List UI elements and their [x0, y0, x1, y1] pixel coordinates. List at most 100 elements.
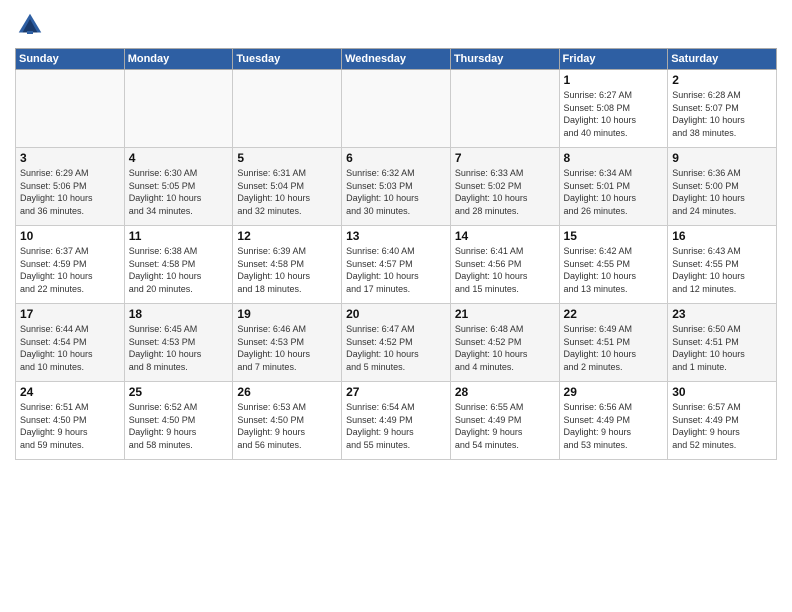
- day-info: Sunrise: 6:52 AM Sunset: 4:50 PM Dayligh…: [129, 401, 229, 451]
- day-info: Sunrise: 6:28 AM Sunset: 5:07 PM Dayligh…: [672, 89, 772, 139]
- day-number: 6: [346, 151, 446, 165]
- day-number: 9: [672, 151, 772, 165]
- day-info: Sunrise: 6:55 AM Sunset: 4:49 PM Dayligh…: [455, 401, 555, 451]
- day-info: Sunrise: 6:49 AM Sunset: 4:51 PM Dayligh…: [564, 323, 664, 373]
- day-number: 15: [564, 229, 664, 243]
- calendar-header-saturday: Saturday: [668, 49, 777, 70]
- day-number: 26: [237, 385, 337, 399]
- calendar-body: 1Sunrise: 6:27 AM Sunset: 5:08 PM Daylig…: [16, 70, 777, 460]
- day-info: Sunrise: 6:44 AM Sunset: 4:54 PM Dayligh…: [20, 323, 120, 373]
- calendar-week-4: 24 Sunrise: 6:51 AM Sunset: 4:50 PM Dayli…: [16, 382, 777, 460]
- calendar-cell: 12 Sunrise: 6:39 AM Sunset: 4:58 PM Dayli…: [233, 226, 342, 304]
- day-number: 20: [346, 307, 446, 321]
- day-info: Sunrise: 6:27 AM Sunset: 5:08 PM Dayligh…: [564, 89, 664, 139]
- day-number: 19: [237, 307, 337, 321]
- calendar-cell: 19 Sunrise: 6:46 AM Sunset: 4:53 PM Dayli…: [233, 304, 342, 382]
- calendar-cell: 17 Sunrise: 6:44 AM Sunset: 4:54 PM Dayli…: [16, 304, 125, 382]
- day-info: Sunrise: 6:33 AM Sunset: 5:02 PM Dayligh…: [455, 167, 555, 217]
- calendar-cell: [342, 70, 451, 148]
- day-info: Sunrise: 6:46 AM Sunset: 4:53 PM Dayligh…: [237, 323, 337, 373]
- day-number: 17: [20, 307, 120, 321]
- calendar-header-thursday: Thursday: [450, 49, 559, 70]
- calendar-cell: 30 Sunrise: 6:57 AM Sunset: 4:49 PM Dayli…: [668, 382, 777, 460]
- day-info: Sunrise: 6:57 AM Sunset: 4:49 PM Dayligh…: [672, 401, 772, 451]
- calendar-cell: 6 Sunrise: 6:32 AM Sunset: 5:03 PM Daylig…: [342, 148, 451, 226]
- day-number: 27: [346, 385, 446, 399]
- day-number: 11: [129, 229, 229, 243]
- calendar-header-monday: Monday: [124, 49, 233, 70]
- day-number: 5: [237, 151, 337, 165]
- day-number: 28: [455, 385, 555, 399]
- day-info: Sunrise: 6:40 AM Sunset: 4:57 PM Dayligh…: [346, 245, 446, 295]
- day-number: 30: [672, 385, 772, 399]
- day-number: 14: [455, 229, 555, 243]
- calendar-table: SundayMondayTuesdayWednesdayThursdayFrid…: [15, 48, 777, 460]
- calendar-week-3: 17 Sunrise: 6:44 AM Sunset: 4:54 PM Dayli…: [16, 304, 777, 382]
- calendar-cell: 15 Sunrise: 6:42 AM Sunset: 4:55 PM Dayli…: [559, 226, 668, 304]
- header: [15, 10, 777, 40]
- day-info: Sunrise: 6:30 AM Sunset: 5:05 PM Dayligh…: [129, 167, 229, 217]
- calendar-cell: 4 Sunrise: 6:30 AM Sunset: 5:05 PM Daylig…: [124, 148, 233, 226]
- day-number: 25: [129, 385, 229, 399]
- calendar-cell: 7 Sunrise: 6:33 AM Sunset: 5:02 PM Daylig…: [450, 148, 559, 226]
- calendar-cell: 29Sunrise: 6:56 AM Sunset: 4:49 PM Dayli…: [559, 382, 668, 460]
- day-number: 29: [564, 385, 664, 399]
- calendar-cell: 11 Sunrise: 6:38 AM Sunset: 4:58 PM Dayli…: [124, 226, 233, 304]
- calendar-cell: 8 Sunrise: 6:34 AM Sunset: 5:01 PM Daylig…: [559, 148, 668, 226]
- calendar-cell: 18 Sunrise: 6:45 AM Sunset: 4:53 PM Dayli…: [124, 304, 233, 382]
- day-number: 4: [129, 151, 229, 165]
- day-info: Sunrise: 6:37 AM Sunset: 4:59 PM Dayligh…: [20, 245, 120, 295]
- calendar-cell: 5 Sunrise: 6:31 AM Sunset: 5:04 PM Daylig…: [233, 148, 342, 226]
- day-number: 23: [672, 307, 772, 321]
- page: SundayMondayTuesdayWednesdayThursdayFrid…: [0, 0, 792, 612]
- calendar-week-0: 1Sunrise: 6:27 AM Sunset: 5:08 PM Daylig…: [16, 70, 777, 148]
- calendar-cell: 16 Sunrise: 6:43 AM Sunset: 4:55 PM Dayli…: [668, 226, 777, 304]
- calendar-cell: 21Sunrise: 6:48 AM Sunset: 4:52 PM Dayli…: [450, 304, 559, 382]
- calendar-cell: 13 Sunrise: 6:40 AM Sunset: 4:57 PM Dayli…: [342, 226, 451, 304]
- day-info: Sunrise: 6:47 AM Sunset: 4:52 PM Dayligh…: [346, 323, 446, 373]
- calendar-header-tuesday: Tuesday: [233, 49, 342, 70]
- calendar-cell: 22Sunrise: 6:49 AM Sunset: 4:51 PM Dayli…: [559, 304, 668, 382]
- day-info: Sunrise: 6:38 AM Sunset: 4:58 PM Dayligh…: [129, 245, 229, 295]
- calendar-cell: [16, 70, 125, 148]
- calendar-cell: 9 Sunrise: 6:36 AM Sunset: 5:00 PM Daylig…: [668, 148, 777, 226]
- day-info: Sunrise: 6:50 AM Sunset: 4:51 PM Dayligh…: [672, 323, 772, 373]
- day-info: Sunrise: 6:36 AM Sunset: 5:00 PM Dayligh…: [672, 167, 772, 217]
- calendar-cell: 25 Sunrise: 6:52 AM Sunset: 4:50 PM Dayli…: [124, 382, 233, 460]
- day-number: 13: [346, 229, 446, 243]
- day-info: Sunrise: 6:54 AM Sunset: 4:49 PM Dayligh…: [346, 401, 446, 451]
- day-info: Sunrise: 6:34 AM Sunset: 5:01 PM Dayligh…: [564, 167, 664, 217]
- day-info: Sunrise: 6:42 AM Sunset: 4:55 PM Dayligh…: [564, 245, 664, 295]
- day-info: Sunrise: 6:53 AM Sunset: 4:50 PM Dayligh…: [237, 401, 337, 451]
- calendar-cell: 20 Sunrise: 6:47 AM Sunset: 4:52 PM Dayli…: [342, 304, 451, 382]
- day-number: 10: [20, 229, 120, 243]
- calendar-header-wednesday: Wednesday: [342, 49, 451, 70]
- calendar-cell: 10 Sunrise: 6:37 AM Sunset: 4:59 PM Dayli…: [16, 226, 125, 304]
- logo-icon: [15, 10, 45, 40]
- day-number: 12: [237, 229, 337, 243]
- day-number: 24: [20, 385, 120, 399]
- day-info: Sunrise: 6:39 AM Sunset: 4:58 PM Dayligh…: [237, 245, 337, 295]
- calendar-cell: [124, 70, 233, 148]
- day-info: Sunrise: 6:43 AM Sunset: 4:55 PM Dayligh…: [672, 245, 772, 295]
- day-number: 8: [564, 151, 664, 165]
- calendar-cell: 28 Sunrise: 6:55 AM Sunset: 4:49 PM Dayli…: [450, 382, 559, 460]
- day-number: 7: [455, 151, 555, 165]
- day-info: Sunrise: 6:45 AM Sunset: 4:53 PM Dayligh…: [129, 323, 229, 373]
- calendar-cell: 3Sunrise: 6:29 AM Sunset: 5:06 PM Daylig…: [16, 148, 125, 226]
- calendar-week-1: 3Sunrise: 6:29 AM Sunset: 5:06 PM Daylig…: [16, 148, 777, 226]
- day-info: Sunrise: 6:41 AM Sunset: 4:56 PM Dayligh…: [455, 245, 555, 295]
- day-number: 18: [129, 307, 229, 321]
- calendar-cell: 27 Sunrise: 6:54 AM Sunset: 4:49 PM Dayli…: [342, 382, 451, 460]
- day-info: Sunrise: 6:51 AM Sunset: 4:50 PM Dayligh…: [20, 401, 120, 451]
- calendar-cell: [233, 70, 342, 148]
- day-info: Sunrise: 6:29 AM Sunset: 5:06 PM Dayligh…: [20, 167, 120, 217]
- calendar-cell: 1Sunrise: 6:27 AM Sunset: 5:08 PM Daylig…: [559, 70, 668, 148]
- day-number: 16: [672, 229, 772, 243]
- calendar-cell: 14 Sunrise: 6:41 AM Sunset: 4:56 PM Dayli…: [450, 226, 559, 304]
- calendar-header-friday: Friday: [559, 49, 668, 70]
- calendar-cell: [450, 70, 559, 148]
- day-info: Sunrise: 6:31 AM Sunset: 5:04 PM Dayligh…: [237, 167, 337, 217]
- day-info: Sunrise: 6:32 AM Sunset: 5:03 PM Dayligh…: [346, 167, 446, 217]
- day-number: 21: [455, 307, 555, 321]
